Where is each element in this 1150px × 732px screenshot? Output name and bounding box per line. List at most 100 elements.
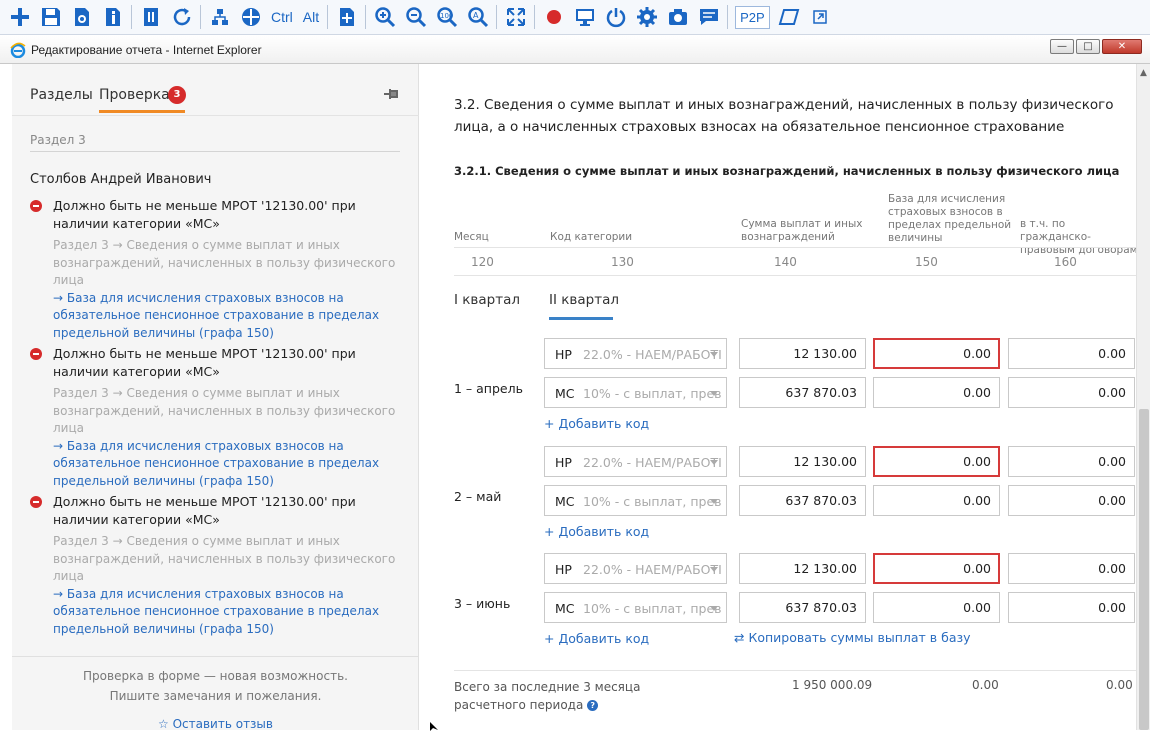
pin-icon[interactable] [382, 86, 402, 102]
monitor-icon[interactable] [569, 2, 600, 33]
add-code-button[interactable]: + Добавить код [544, 631, 649, 646]
error-link[interactable]: → База для исчисления страховых взносов … [53, 438, 400, 491]
base-field[interactable]: 0.00 [873, 485, 1000, 516]
base-field[interactable]: 0.00 [873, 553, 1000, 584]
column-header-month: Месяц [454, 231, 489, 243]
category-select[interactable]: НР 22.0% - НАЕМ/РАБОТІ [544, 553, 727, 584]
zoom-auto-icon[interactable]: A [462, 2, 493, 33]
power-icon[interactable] [600, 2, 631, 33]
payout-sum-field[interactable]: 12 130.00 [739, 338, 866, 369]
category-desc: 10% - с выплат, прев [583, 494, 722, 509]
fullscreen-icon[interactable] [500, 2, 531, 33]
tab-sections[interactable]: Разделы [30, 87, 93, 103]
record-icon[interactable] [538, 2, 569, 33]
zoom-in-icon[interactable] [369, 2, 400, 33]
add-code-button[interactable]: + Добавить код [544, 524, 649, 539]
divider [454, 247, 1136, 248]
separator [200, 5, 201, 29]
copy-to-base-button[interactable]: ⇄ Копировать суммы выплат в базу [734, 630, 971, 645]
info-icon[interactable] [97, 2, 128, 33]
payout-sum-field[interactable]: 637 870.03 [739, 592, 866, 623]
payout-sum-field[interactable]: 637 870.03 [739, 485, 866, 516]
category-select[interactable]: НР 22.0% - НАЕМ/РАБОТІ [544, 446, 727, 477]
payout-sum-field[interactable]: 12 130.00 [739, 553, 866, 584]
separator [365, 5, 367, 29]
minimize-button[interactable]: — [1050, 39, 1074, 54]
gpd-field[interactable]: 0.00 [1008, 553, 1135, 584]
chevron-down-icon [710, 460, 718, 465]
divider [30, 151, 400, 152]
help-icon[interactable]: ? [587, 700, 599, 711]
alt-key-button[interactable]: Alt [298, 2, 324, 33]
maximize-button[interactable]: □ [1076, 39, 1100, 54]
new-icon[interactable] [4, 2, 35, 33]
totals-label-line: расчетного периода [454, 698, 584, 712]
zoom-100-icon[interactable]: 100 [431, 2, 462, 33]
separator [727, 5, 729, 29]
external-window-icon[interactable] [805, 2, 836, 33]
error-message: Должно быть не меньше МРОТ '12130.00' пр… [53, 346, 356, 379]
p2p-button[interactable]: P2P [735, 5, 770, 29]
category-select[interactable]: НР 22.0% - НАЕМ/РАБОТІ [544, 338, 727, 369]
chevron-down-icon [710, 499, 718, 504]
settings-file-icon[interactable] [66, 2, 97, 33]
error-message: Должно быть не меньше МРОТ '12130.00' пр… [53, 198, 356, 231]
eraser-icon[interactable] [774, 2, 805, 33]
chevron-down-icon [710, 606, 718, 611]
error-icon [30, 496, 42, 508]
column-number: 160 [1054, 255, 1077, 269]
save-icon[interactable] [35, 2, 66, 33]
ctrl-key-button[interactable]: Ctrl [266, 2, 298, 33]
panel-tabs: Разделы Проверка 3 [12, 64, 419, 116]
base-field[interactable]: 0.00 [873, 446, 1000, 477]
zoom-out-icon[interactable] [400, 2, 431, 33]
base-field[interactable]: 0.00 [873, 592, 1000, 623]
separator [131, 5, 132, 29]
gpd-field[interactable]: 0.00 [1008, 592, 1135, 623]
category-select[interactable]: МС 10% - с выплат, прев [544, 592, 727, 623]
base-field[interactable]: 0.00 [873, 377, 1000, 408]
subsection-title: 3.2.1. Сведения о сумме выплат и иных во… [454, 164, 1120, 178]
tab-quarter-2[interactable]: II квартал [549, 292, 619, 308]
network-icon[interactable] [204, 2, 235, 33]
payout-sum-field[interactable]: 637 870.03 [739, 377, 866, 408]
feedback-link[interactable]: ☆ Оставить отзыв [12, 717, 419, 731]
category-desc: 22.0% - НАЕМ/РАБОТІ [583, 562, 722, 577]
camera-icon[interactable] [662, 2, 693, 33]
svg-text:A: A [473, 11, 479, 20]
pause-icon[interactable] [135, 2, 166, 33]
scroll-up-icon[interactable]: ▲ [1140, 68, 1147, 78]
gpd-field[interactable]: 0.00 [1008, 485, 1135, 516]
payout-sum-field[interactable]: 12 130.00 [739, 446, 866, 477]
vertical-scrollbar[interactable]: ▲ [1136, 64, 1150, 730]
tab-check[interactable]: Проверка [99, 87, 170, 103]
close-button[interactable]: ✕ [1102, 39, 1142, 54]
keyboard-icon[interactable] [235, 2, 266, 33]
error-path: Раздел 3 → Сведения о сумме выплат и ины… [53, 386, 396, 435]
error-path: Раздел 3 → Сведения о сумме выплат и ины… [53, 238, 396, 287]
refresh-icon[interactable] [166, 2, 197, 33]
error-icon [30, 348, 42, 360]
gpd-field[interactable]: 0.00 [1008, 377, 1135, 408]
error-link[interactable]: → База для исчисления страховых взносов … [53, 290, 400, 343]
column-header-gpd: в т.ч. по гражданско-правовым договорам [1020, 218, 1136, 256]
add-code-button[interactable]: + Добавить код [544, 416, 649, 431]
tab-quarter-1[interactable]: I квартал [454, 292, 520, 308]
total-sum: 1 950 000.09 [792, 678, 873, 692]
add-page-icon[interactable] [331, 2, 362, 33]
section-label: Раздел 3 [30, 133, 86, 147]
category-select[interactable]: МС 10% - с выплат, прев [544, 485, 727, 516]
base-field[interactable]: 0.00 [873, 338, 1000, 369]
gear-icon[interactable] [631, 2, 662, 33]
chat-icon[interactable] [693, 2, 724, 33]
scroll-thumb[interactable] [1139, 409, 1149, 730]
error-link[interactable]: → База для исчисления страховых взносов … [53, 586, 400, 639]
category-desc: 10% - с выплат, прев [583, 386, 722, 401]
svg-text:100: 100 [440, 12, 453, 20]
category-code: НР [555, 455, 572, 470]
month-label: 2 – май [454, 489, 502, 504]
gpd-field[interactable]: 0.00 [1008, 446, 1135, 477]
gpd-field[interactable]: 0.00 [1008, 338, 1135, 369]
category-select[interactable]: МС 10% - с выплат, прев [544, 377, 727, 408]
window-titlebar: Редактирование отчета - Internet Explore… [0, 36, 1150, 64]
